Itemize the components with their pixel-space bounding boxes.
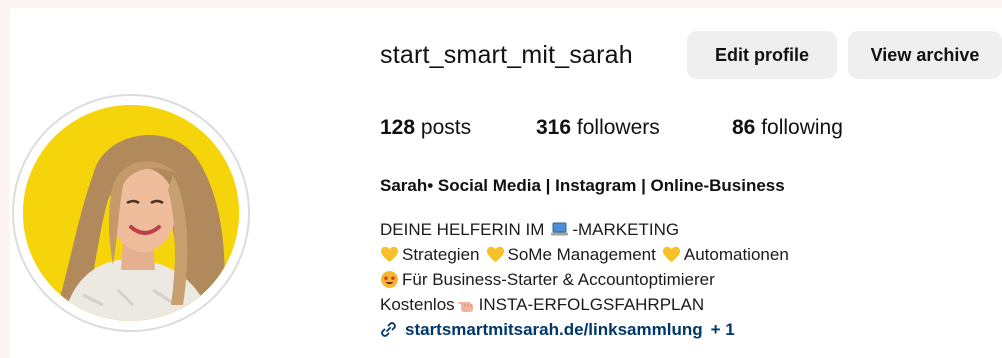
profile-full-name: Sarah• Social Media | Instagram | Online… [380, 176, 785, 195]
profile-link-more[interactable]: + 1 [711, 317, 735, 342]
yellow-heart-icon [662, 245, 681, 264]
bio-line-3: Für Business-Starter & Accountoptimierer [380, 267, 789, 292]
posts-label: posts [420, 116, 472, 139]
following-label: following [761, 116, 843, 139]
followers-count: 316 [536, 116, 572, 139]
bio-item-automationen: Automationen [683, 245, 789, 264]
posts-count: 128 [380, 116, 416, 139]
bio-line-3-text: Für Business-Starter & Accountoptimierer [402, 270, 715, 289]
posts-stat: 128 posts [380, 116, 471, 140]
avatar[interactable] [23, 105, 239, 321]
laptop-emoji-icon [550, 220, 569, 239]
yellow-heart-icon [380, 245, 399, 264]
link-icon [380, 321, 397, 338]
edit-profile-button[interactable]: Edit profile [687, 31, 837, 79]
avatar-photo [23, 105, 239, 321]
bio-line-4-text-start: Kostenlos [380, 295, 455, 314]
view-archive-button[interactable]: View archive [848, 31, 1002, 79]
followers-stat[interactable]: 316 followers [536, 116, 660, 140]
following-stat[interactable]: 86 following [732, 116, 843, 140]
profile-avatar-ring[interactable] [12, 94, 250, 332]
pointing-hand-emoji-icon [457, 295, 476, 314]
profile-bio: DEINE HELFERIN IM -MARKETING Strategien [380, 217, 789, 342]
bio-line-1-text-end: -MARKETING [572, 220, 680, 239]
bio-line-1-text-start: DEINE HELFERIN IM [380, 220, 545, 239]
bio-line-4-text-end: INSTA-ERFOLGSFAHRPLAN [478, 295, 705, 314]
username: start_smart_mit_sarah [380, 41, 633, 69]
bio-line-1: DEINE HELFERIN IM -MARKETING [380, 217, 789, 242]
bio-line-2: Strategien SoMe Management Automationen [380, 242, 789, 267]
following-count: 86 [732, 116, 756, 139]
bio-line-4: Kostenlos INSTA-ERFOLGSFAHRPLAN [380, 292, 789, 317]
yellow-heart-icon [486, 245, 505, 264]
bio-item-strategien: Strategien [402, 245, 480, 264]
followers-label: followers [576, 116, 660, 139]
bio-item-some-management: SoMe Management [507, 245, 656, 264]
profile-link-text[interactable]: startsmartmitsarah.de/linksammlung [405, 317, 703, 342]
profile-link[interactable]: startsmartmitsarah.de/linksammlung + 1 [380, 317, 789, 342]
star-struck-emoji-icon [380, 270, 399, 289]
profile-header: start_smart_mit_sarah Edit profile View … [10, 8, 1002, 358]
